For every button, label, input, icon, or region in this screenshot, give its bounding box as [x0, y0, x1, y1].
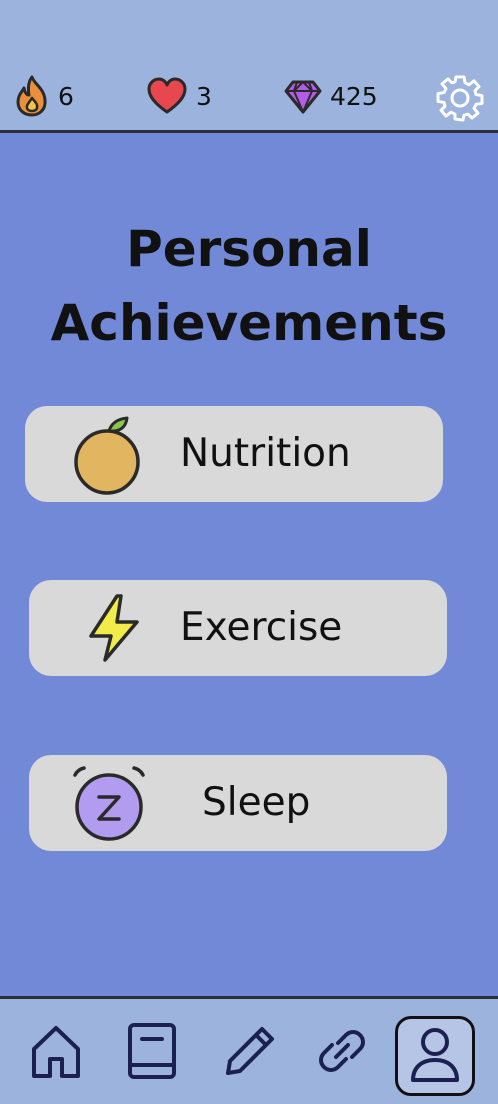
exercise-label: Exercise — [180, 605, 343, 650]
nutrition-card[interactable]: Nutrition — [25, 406, 443, 502]
book-icon — [126, 1021, 178, 1085]
gems-value: 425 — [330, 81, 378, 111]
nav-link[interactable] — [310, 1021, 374, 1085]
nav-book[interactable] — [120, 1021, 184, 1085]
user-icon — [409, 1024, 461, 1088]
home-icon — [28, 1021, 84, 1085]
lives-value: 3 — [196, 81, 212, 111]
link-icon — [314, 1023, 370, 1083]
alarm-clock-icon — [67, 761, 151, 845]
nav-home[interactable] — [24, 1021, 88, 1085]
nutrition-label: Nutrition — [180, 431, 351, 476]
flame-icon — [14, 74, 50, 118]
streak-value: 6 — [58, 81, 74, 111]
settings-button[interactable] — [436, 74, 484, 122]
page-title: Personal Achievements — [0, 212, 498, 360]
orange-icon — [69, 412, 153, 496]
streak-counter: 6 — [14, 74, 74, 118]
nav-profile[interactable] — [395, 1016, 475, 1096]
gems-counter: 425 — [284, 74, 378, 118]
top-status-bar: 6 3 425 — [0, 0, 498, 133]
title-line-2: Achievements — [50, 294, 448, 352]
pencil-icon — [222, 1023, 278, 1083]
nav-pencil[interactable] — [218, 1021, 282, 1085]
exercise-card[interactable]: Exercise — [29, 580, 447, 676]
bottom-navigation — [0, 996, 498, 1104]
title-line-1: Personal — [126, 220, 372, 278]
sleep-label: Sleep — [202, 780, 311, 825]
sleep-card[interactable]: Sleep — [29, 755, 447, 851]
lives-counter: 3 — [146, 74, 212, 118]
gear-icon — [436, 75, 484, 126]
lightning-icon — [79, 586, 163, 670]
gem-icon — [284, 77, 322, 115]
heart-icon — [146, 76, 188, 116]
